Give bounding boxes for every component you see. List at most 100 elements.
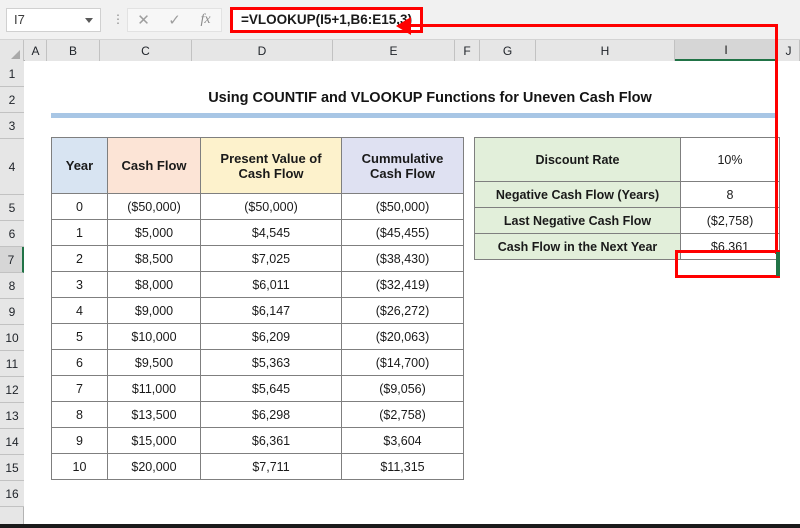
table-row[interactable]: 1 $5,000 $4,545 ($45,455) <box>51 219 464 246</box>
table-row[interactable]: 8 $13,500 $6,298 ($2,758) <box>51 401 464 428</box>
column-header-C[interactable]: C <box>100 40 192 61</box>
summary-value-selected[interactable]: $6,361 <box>680 233 780 260</box>
cell-pv[interactable]: $5,645 <box>200 375 342 402</box>
cancel-icon[interactable]: ✕ <box>128 9 159 31</box>
formula-bar-buttons: ✕ ✓ fx <box>127 7 222 32</box>
row-header-10[interactable]: 10 <box>0 325 24 351</box>
summary-row-discount-rate[interactable]: Discount Rate 10% <box>474 137 780 182</box>
cell-cum[interactable]: ($9,056) <box>341 375 464 402</box>
name-box[interactable]: I7 <box>6 7 101 32</box>
cell-cum[interactable]: ($32,419) <box>341 271 464 298</box>
insert-function-icon[interactable]: fx <box>190 9 221 31</box>
row-header-2[interactable]: 2 <box>0 87 24 113</box>
chevron-down-icon[interactable] <box>85 17 93 23</box>
column-header-present-value: Present Value of Cash Flow <box>200 137 342 194</box>
cell-pv[interactable]: $5,363 <box>200 349 342 376</box>
cell-pv[interactable]: $6,361 <box>200 427 342 454</box>
cell-year[interactable]: 8 <box>51 401 108 428</box>
row-header-8[interactable]: 8 <box>0 273 24 299</box>
cell-cash[interactable]: $11,000 <box>107 375 201 402</box>
column-header-E[interactable]: E <box>333 40 455 61</box>
cell-year[interactable]: 6 <box>51 349 108 376</box>
cell-pv[interactable]: $7,711 <box>200 453 342 480</box>
table-row[interactable]: 5 $10,000 $6,209 ($20,063) <box>51 323 464 350</box>
select-all-corner[interactable] <box>0 40 24 61</box>
row-header-13[interactable]: 13 <box>0 403 24 429</box>
row-header-12[interactable]: 12 <box>0 377 24 403</box>
cell-cash[interactable]: $9,500 <box>107 349 201 376</box>
cell-cash[interactable]: $15,000 <box>107 427 201 454</box>
cell-cum[interactable]: ($2,758) <box>341 401 464 428</box>
cell-cum[interactable]: ($45,455) <box>341 219 464 246</box>
cell-pv[interactable]: ($50,000) <box>200 193 342 220</box>
cell-pv[interactable]: $7,025 <box>200 245 342 272</box>
summary-value[interactable]: 8 <box>680 181 780 208</box>
cell-cum[interactable]: ($38,430) <box>341 245 464 272</box>
cell-cash[interactable]: $5,000 <box>107 219 201 246</box>
column-header-B[interactable]: B <box>47 40 100 61</box>
row-header-3[interactable]: 3 <box>0 113 24 139</box>
column-header-J[interactable]: J <box>778 40 800 61</box>
column-header-H[interactable]: H <box>536 40 675 61</box>
column-header-F[interactable]: F <box>455 40 480 61</box>
table-row[interactable]: 4 $9,000 $6,147 ($26,272) <box>51 297 464 324</box>
column-header-D[interactable]: D <box>192 40 333 61</box>
cell-cash[interactable]: $8,500 <box>107 245 201 272</box>
cell-cum[interactable]: $11,315 <box>341 453 464 480</box>
column-header-G[interactable]: G <box>480 40 536 61</box>
cell-cum[interactable]: ($20,063) <box>341 323 464 350</box>
row-header-16[interactable]: 16 <box>0 481 24 507</box>
column-header-A[interactable]: A <box>25 40 47 61</box>
cell-year[interactable]: 3 <box>51 271 108 298</box>
cell-cash[interactable]: ($50,000) <box>107 193 201 220</box>
cell-cum[interactable]: ($26,272) <box>341 297 464 324</box>
cell-cash[interactable]: $20,000 <box>107 453 201 480</box>
column-header-I[interactable]: I <box>675 40 778 61</box>
summary-row-next-year[interactable]: Cash Flow in the Next Year $6,361 <box>474 233 780 260</box>
formula-input[interactable]: =VLOOKUP(I5+1,B6:E15,3) <box>230 6 424 33</box>
row-header-5[interactable]: 5 <box>0 195 24 221</box>
cell-cum[interactable]: ($50,000) <box>341 193 464 220</box>
cell-pv[interactable]: $4,545 <box>200 219 342 246</box>
summary-value[interactable]: 10% <box>680 137 780 182</box>
table-row[interactable]: 2 $8,500 $7,025 ($38,430) <box>51 245 464 272</box>
row-header-6[interactable]: 6 <box>0 221 24 247</box>
table-row[interactable]: 7 $11,000 $5,645 ($9,056) <box>51 375 464 402</box>
table-row[interactable]: 0 ($50,000) ($50,000) ($50,000) <box>51 193 464 220</box>
summary-row-last-negative[interactable]: Last Negative Cash Flow ($2,758) <box>474 207 780 234</box>
cell-year[interactable]: 10 <box>51 453 108 480</box>
cell-year[interactable]: 9 <box>51 427 108 454</box>
row-header-7[interactable]: 7 <box>0 247 24 273</box>
cell-pv[interactable]: $6,011 <box>200 271 342 298</box>
cell-pv[interactable]: $6,298 <box>200 401 342 428</box>
table-row[interactable]: 3 $8,000 $6,011 ($32,419) <box>51 271 464 298</box>
formula-bar-handle[interactable]: ⋮ <box>112 13 124 25</box>
table-row[interactable]: 10 $20,000 $7,711 $11,315 <box>51 453 464 480</box>
row-header-4[interactable]: 4 <box>0 139 24 195</box>
cell-pv[interactable]: $6,147 <box>200 297 342 324</box>
cell-cash[interactable]: $13,500 <box>107 401 201 428</box>
cell-year[interactable]: 0 <box>51 193 108 220</box>
cell-cash[interactable]: $10,000 <box>107 323 201 350</box>
row-header-14[interactable]: 14 <box>0 429 24 455</box>
row-header-9[interactable]: 9 <box>0 299 24 325</box>
cell-cum[interactable]: $3,604 <box>341 427 464 454</box>
cell-year[interactable]: 7 <box>51 375 108 402</box>
cell-cash[interactable]: $9,000 <box>107 297 201 324</box>
cell-pv[interactable]: $6,209 <box>200 323 342 350</box>
cell-cash[interactable]: $8,000 <box>107 271 201 298</box>
cell-year[interactable]: 4 <box>51 297 108 324</box>
cell-year[interactable]: 5 <box>51 323 108 350</box>
cell-year[interactable]: 1 <box>51 219 108 246</box>
cell-year[interactable]: 2 <box>51 245 108 272</box>
row-header-1[interactable]: 1 <box>0 61 24 87</box>
table-row[interactable]: 9 $15,000 $6,361 $3,604 <box>51 427 464 454</box>
row-header-15[interactable]: 15 <box>0 455 24 481</box>
summary-value[interactable]: ($2,758) <box>680 207 780 234</box>
enter-icon[interactable]: ✓ <box>159 9 190 31</box>
row-header-11[interactable]: 11 <box>0 351 24 377</box>
cell-cum[interactable]: ($14,700) <box>341 349 464 376</box>
table-row[interactable]: 6 $9,500 $5,363 ($14,700) <box>51 349 464 376</box>
summary-row-negative-years[interactable]: Negative Cash Flow (Years) 8 <box>474 181 780 208</box>
worksheet-grid[interactable]: Using COUNTIF and VLOOKUP Functions for … <box>25 61 800 528</box>
